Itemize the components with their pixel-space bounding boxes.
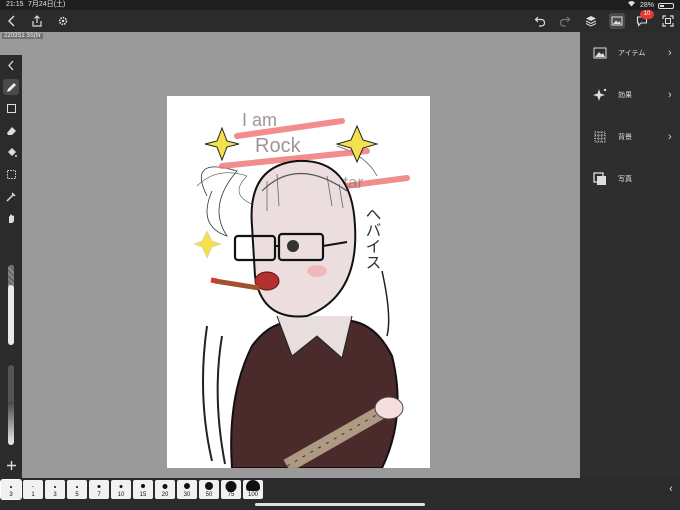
status-bar: 21:15 7月24日(土) 28%: [0, 0, 680, 10]
panel-item-label: 写真: [618, 176, 632, 183]
brush-size-option[interactable]: 3: [45, 480, 65, 499]
chevron-left-icon: [8, 15, 15, 27]
brush-size-bar: 3 1 3 5 7 10 15 20 30 50 75 100: [0, 478, 680, 500]
hand-tool-button[interactable]: [3, 210, 19, 226]
fullscreen-button[interactable]: [660, 13, 676, 29]
image-icon: [592, 45, 608, 61]
select-tool-button[interactable]: [3, 166, 19, 182]
artwork-text-i-am: I am: [242, 110, 277, 130]
brush-size-option[interactable]: 1: [23, 480, 43, 499]
pen-icon: [6, 82, 16, 92]
panel-item-label: 背景: [618, 134, 632, 141]
home-indicator-area: [0, 500, 680, 510]
settings-button[interactable]: [55, 13, 71, 29]
layers-button[interactable]: [583, 13, 599, 29]
undo-button[interactable]: [532, 13, 548, 29]
home-indicator: [255, 503, 425, 506]
redo-button[interactable]: [557, 13, 573, 29]
sparkle-icon: [592, 87, 608, 103]
panel-item-items[interactable]: アイテム ›: [580, 34, 680, 72]
artwork-drawing: I am Rock Star ヘバイス: [193, 110, 410, 468]
chevron-left-icon: [7, 60, 13, 70]
panel-item-effects[interactable]: 効果 ›: [580, 76, 680, 114]
brush-size-option[interactable]: 20: [155, 480, 175, 499]
eraser-icon: [6, 126, 16, 135]
image-panel-button[interactable]: [609, 13, 625, 29]
brush-size-option[interactable]: 50: [199, 480, 219, 499]
paint-bucket-icon: [7, 147, 17, 157]
top-toolbar: 10: [0, 10, 680, 32]
redo-icon: [559, 16, 571, 27]
square-icon: [6, 103, 16, 113]
share-icon: [32, 15, 42, 27]
hand-icon: [8, 214, 14, 223]
chevron-right-icon: ›: [668, 89, 672, 101]
battery-percent: 28%: [639, 1, 654, 9]
right-panel: アイテム › 効果 › 背景 › 写真: [580, 32, 680, 478]
undo-icon: [534, 16, 546, 27]
chevron-right-icon: ›: [668, 47, 672, 59]
panel-item-label: アイテム: [618, 50, 646, 57]
brush-size-option[interactable]: 30: [177, 480, 197, 499]
brush-size-option[interactable]: 10: [111, 480, 131, 499]
eyedropper-tool-button[interactable]: [3, 188, 19, 204]
photo-stack-icon: [592, 171, 608, 187]
brush-size-option[interactable]: 7: [89, 480, 109, 499]
eyedropper-icon: [5, 191, 16, 202]
pen-tool-button[interactable]: [3, 79, 19, 95]
chevron-right-icon: ›: [668, 131, 672, 143]
artwork-canvas[interactable]: I am Rock Star ヘバイス: [167, 96, 430, 468]
brush-size-option[interactable]: 100: [243, 480, 263, 499]
battery-icon: [658, 2, 674, 9]
collapse-tools-button[interactable]: [3, 57, 19, 73]
add-button[interactable]: [3, 457, 19, 473]
artwork-text-vertical: ヘバイス: [363, 206, 382, 270]
status-time: 21:15: [6, 1, 24, 8]
brush-size-option[interactable]: 15: [133, 480, 153, 499]
brush-size-option[interactable]: 75: [221, 480, 241, 499]
fullscreen-icon: [662, 15, 674, 27]
fill-tool-button[interactable]: [3, 144, 19, 160]
selection-icon: [6, 169, 16, 179]
notification-badge: 10: [640, 10, 654, 19]
opacity-level: [8, 401, 14, 445]
eraser-tool-button[interactable]: [3, 122, 19, 138]
shape-tool-button[interactable]: [3, 100, 19, 116]
app-window: 21:15 7月24日(土) 28% 10 2203S1 3S(tir I am…: [0, 0, 680, 510]
brush-size-slider[interactable]: [8, 265, 14, 345]
brush-size-option[interactable]: 5: [67, 480, 87, 499]
plus-icon: [6, 460, 16, 470]
panel-item-background[interactable]: 背景 ›: [580, 118, 680, 156]
status-date: 7月24日(土): [28, 1, 66, 8]
tool-rail: [0, 55, 22, 478]
layers-icon: [585, 16, 597, 27]
artwork-text-rock: Rock: [255, 135, 302, 157]
brush-size-option[interactable]: 3: [0, 479, 22, 500]
panel-item-label: 効果: [618, 92, 632, 99]
panel-item-photos[interactable]: 写真: [580, 160, 680, 198]
opacity-slider[interactable]: [8, 365, 14, 445]
image-icon: [611, 16, 623, 26]
grid-icon: [592, 129, 608, 145]
brush-size-level: [8, 285, 14, 345]
gear-icon: [58, 16, 68, 26]
panel-collapse-button[interactable]: ‹: [664, 481, 678, 497]
back-button[interactable]: [4, 13, 20, 29]
share-button[interactable]: [29, 13, 45, 29]
canvas-size-label: 2203S1 3S(tir: [2, 33, 43, 39]
